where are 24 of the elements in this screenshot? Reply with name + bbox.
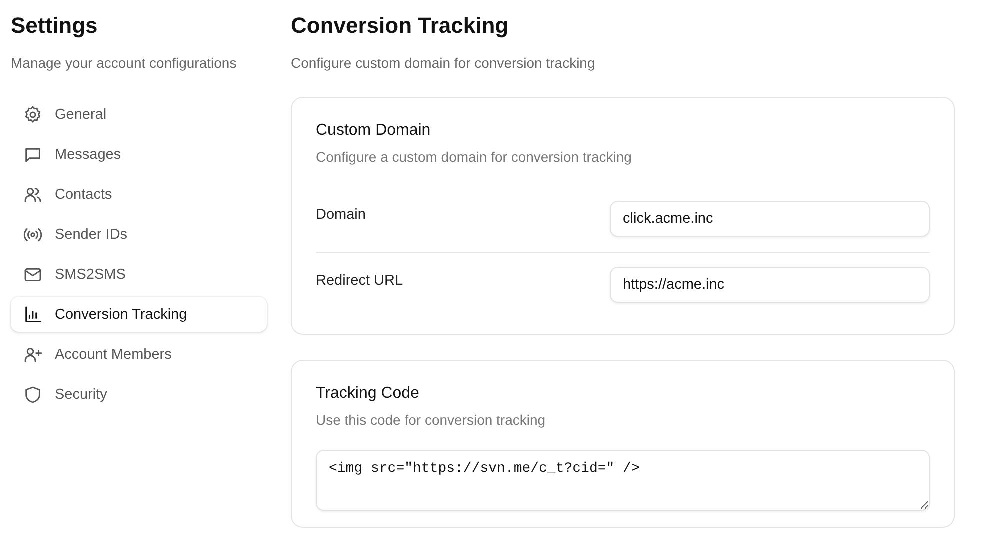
sidebar-item[interactable]: Conversion Tracking xyxy=(11,297,267,332)
sidebar-item[interactable]: Contacts xyxy=(11,177,267,212)
gear-icon xyxy=(23,104,43,124)
field-label: Redirect URL xyxy=(316,272,404,289)
input-field[interactable]: https://acme.inc xyxy=(610,267,930,303)
sidebar-item[interactable]: Sender IDs xyxy=(11,217,267,252)
field-label: Domain xyxy=(316,206,367,223)
sidebar-item[interactable]: Messages xyxy=(11,137,267,172)
sidebar-item[interactable]: General xyxy=(11,97,267,132)
sidebar-item[interactable]: SMS2SMS xyxy=(11,257,267,292)
input-field[interactable]: click.acme.inc xyxy=(610,201,930,237)
bar-chart-icon xyxy=(23,304,43,324)
sidebar-title: Settings xyxy=(11,12,99,40)
card-title: Custom Domain xyxy=(316,122,432,140)
page-title: Conversion Tracking xyxy=(291,12,510,40)
code-field[interactable]: <img src="https://svn.me/c_t?cid=" /> xyxy=(316,450,930,511)
sidebar-item[interactable]: Security xyxy=(11,377,267,412)
page-subtitle: Configure custom domain for conversion tracking xyxy=(291,54,596,72)
card-title: Tracking Code xyxy=(316,385,420,403)
card-description: Use this code for conversion tracking xyxy=(316,412,547,428)
sidebar-subtitle: Manage your account configurations xyxy=(11,54,238,72)
shield-icon xyxy=(23,384,43,404)
card-description: Configure a custom domain for conversion tracking xyxy=(316,149,633,165)
sidebar-item[interactable]: Account Members xyxy=(11,337,267,372)
